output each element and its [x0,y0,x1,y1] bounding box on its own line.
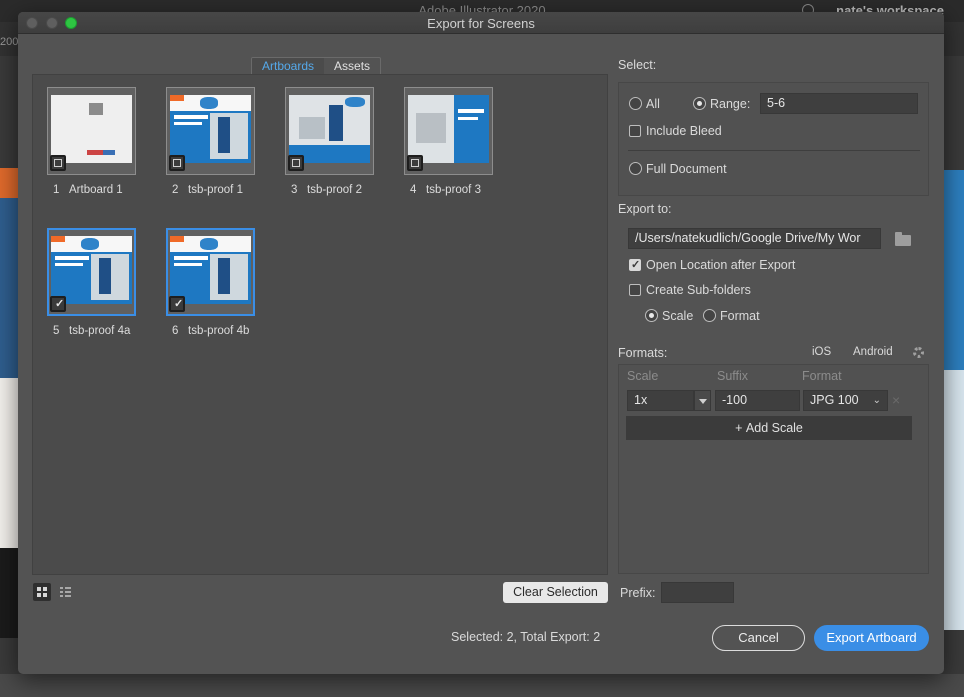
clear-selection-button[interactable]: Clear Selection [503,582,608,603]
export-for-screens-dialog: Export for Screens Artboards Assets 1 Ar… [18,12,944,674]
artboard-name: tsb-proof 1 [188,184,243,196]
add-scale-button[interactable]: + Add Scale [626,416,912,440]
cancel-button[interactable]: Cancel [712,625,805,651]
artboard-name: tsb-proof 4a [69,325,131,337]
artboard-thumbnail[interactable] [47,87,136,175]
column-scale: Scale [627,369,659,383]
radio-full-document[interactable] [629,162,642,175]
scale-dropdown[interactable]: 1x [627,390,694,411]
artboard-preview [51,95,132,163]
artboard-number: 5 [53,325,60,337]
radio-range-label: Range: [710,97,751,111]
android-preset-button[interactable]: Android [853,346,893,358]
canvas-bottom [0,674,964,697]
artboard-checkbox[interactable] [50,155,66,171]
artboard-label: 5 tsb-proof 4a [53,325,130,337]
artboard-number: 4 [410,184,417,196]
list-icon [60,587,71,597]
tab-assets[interactable]: Assets [324,58,380,75]
artboard-checkbox[interactable] [288,155,304,171]
artboard-number: 6 [172,325,179,337]
artboard-number: 3 [291,184,298,196]
artboard-checkbox[interactable]: ✓ [169,296,185,312]
plus-icon: + [735,421,743,435]
artboard-number: 2 [172,184,179,196]
full-document-label: Full Document [646,162,727,176]
formats-heading: Formats: [618,346,668,360]
artboard-checkbox[interactable]: ✓ [50,296,66,312]
artboard-preview [170,236,251,304]
dialog-titlebar: Export for Screens [18,12,944,34]
artboard-label: 6 tsb-proof 4b [172,325,249,337]
format-value: JPG 100 [810,393,859,407]
add-scale-label: Add Scale [745,421,803,435]
subfolder-format-label: Format [720,309,760,323]
open-location-label: Open Location after Export [646,258,796,272]
chevron-down-icon: ⌄ [872,395,881,406]
column-suffix: Suffix [717,369,749,383]
artboard-label: 4 tsb-proof 3 [410,184,481,196]
export-artboard-button[interactable]: Export Artboard [814,625,929,651]
artboard-thumbnail[interactable] [404,87,493,175]
artboard-thumbnail[interactable]: ✓ [166,228,255,316]
grid-view-button[interactable] [33,583,51,601]
artboard-preview [170,95,251,163]
artboard-preview [289,95,370,163]
suffix-input[interactable]: -100 [715,390,800,411]
artboard-label: 2 tsb-proof 1 [172,184,243,196]
artboard-label: 3 tsb-proof 2 [291,184,362,196]
artboard-name: tsb-proof 4b [188,325,250,337]
radio-all-label: All [646,97,660,111]
artboards-panel: 1 Artboard 1 2 tsb-proof 1 3 tsb-proof 2… [32,74,608,575]
close-icon[interactable]: × [892,392,900,408]
grid-icon [37,587,47,597]
artboard-name: tsb-proof 2 [307,184,362,196]
list-view-button[interactable] [56,583,74,601]
canvas-artwork-right [944,170,964,630]
subfolder-scale-label: Scale [662,309,694,323]
chevron-down-icon[interactable] [694,390,711,411]
prefix-input[interactable] [661,582,734,603]
ios-preset-button[interactable]: iOS [812,346,831,358]
artboard-checkbox[interactable] [407,155,423,171]
export-to-heading: Export to: [618,202,672,216]
radio-subfolder-format[interactable] [703,309,716,322]
prefix-label: Prefix: [620,586,656,600]
folder-icon[interactable] [895,232,911,246]
radio-subfolder-scale[interactable] [645,309,658,322]
dialog-title: Export for Screens [427,16,535,31]
open-location-checkbox[interactable] [629,258,641,271]
gear-icon[interactable] [913,347,924,358]
column-format: Format [802,369,842,383]
create-subfolders-label: Create Sub-folders [646,283,751,297]
radio-all[interactable] [629,97,642,110]
include-bleed-checkbox[interactable] [629,125,641,137]
format-dropdown[interactable]: JPG 100 ⌄ [803,390,888,411]
artboard-name: tsb-proof 3 [426,184,481,196]
range-input[interactable]: 5-6 [760,93,918,114]
artboard-thumbnail[interactable] [285,87,374,175]
canvas-artwork-left [0,168,18,638]
include-bleed-label: Include Bleed [646,124,722,138]
artboard-checkbox[interactable] [169,155,185,171]
artboard-preview [51,236,132,304]
artboard-thumbnail[interactable] [166,87,255,175]
create-subfolders-checkbox[interactable] [629,284,641,296]
artboard-thumbnail[interactable]: ✓ [47,228,136,316]
select-heading: Select: [618,58,657,72]
divider [628,150,920,151]
artboard-label: 1 Artboard 1 [53,184,123,196]
artboard-number: 1 [53,184,60,196]
artboard-preview [408,95,489,163]
radio-range[interactable] [693,97,706,110]
zoom-level: 200 [0,36,19,48]
export-status: Selected: 2, Total Export: 2 [451,630,601,644]
export-path-field[interactable]: /Users/natekudlich/Google Drive/My Wor [628,228,881,249]
tab-artboards[interactable]: Artboards [252,58,325,75]
artboard-name: Artboard 1 [69,184,123,196]
